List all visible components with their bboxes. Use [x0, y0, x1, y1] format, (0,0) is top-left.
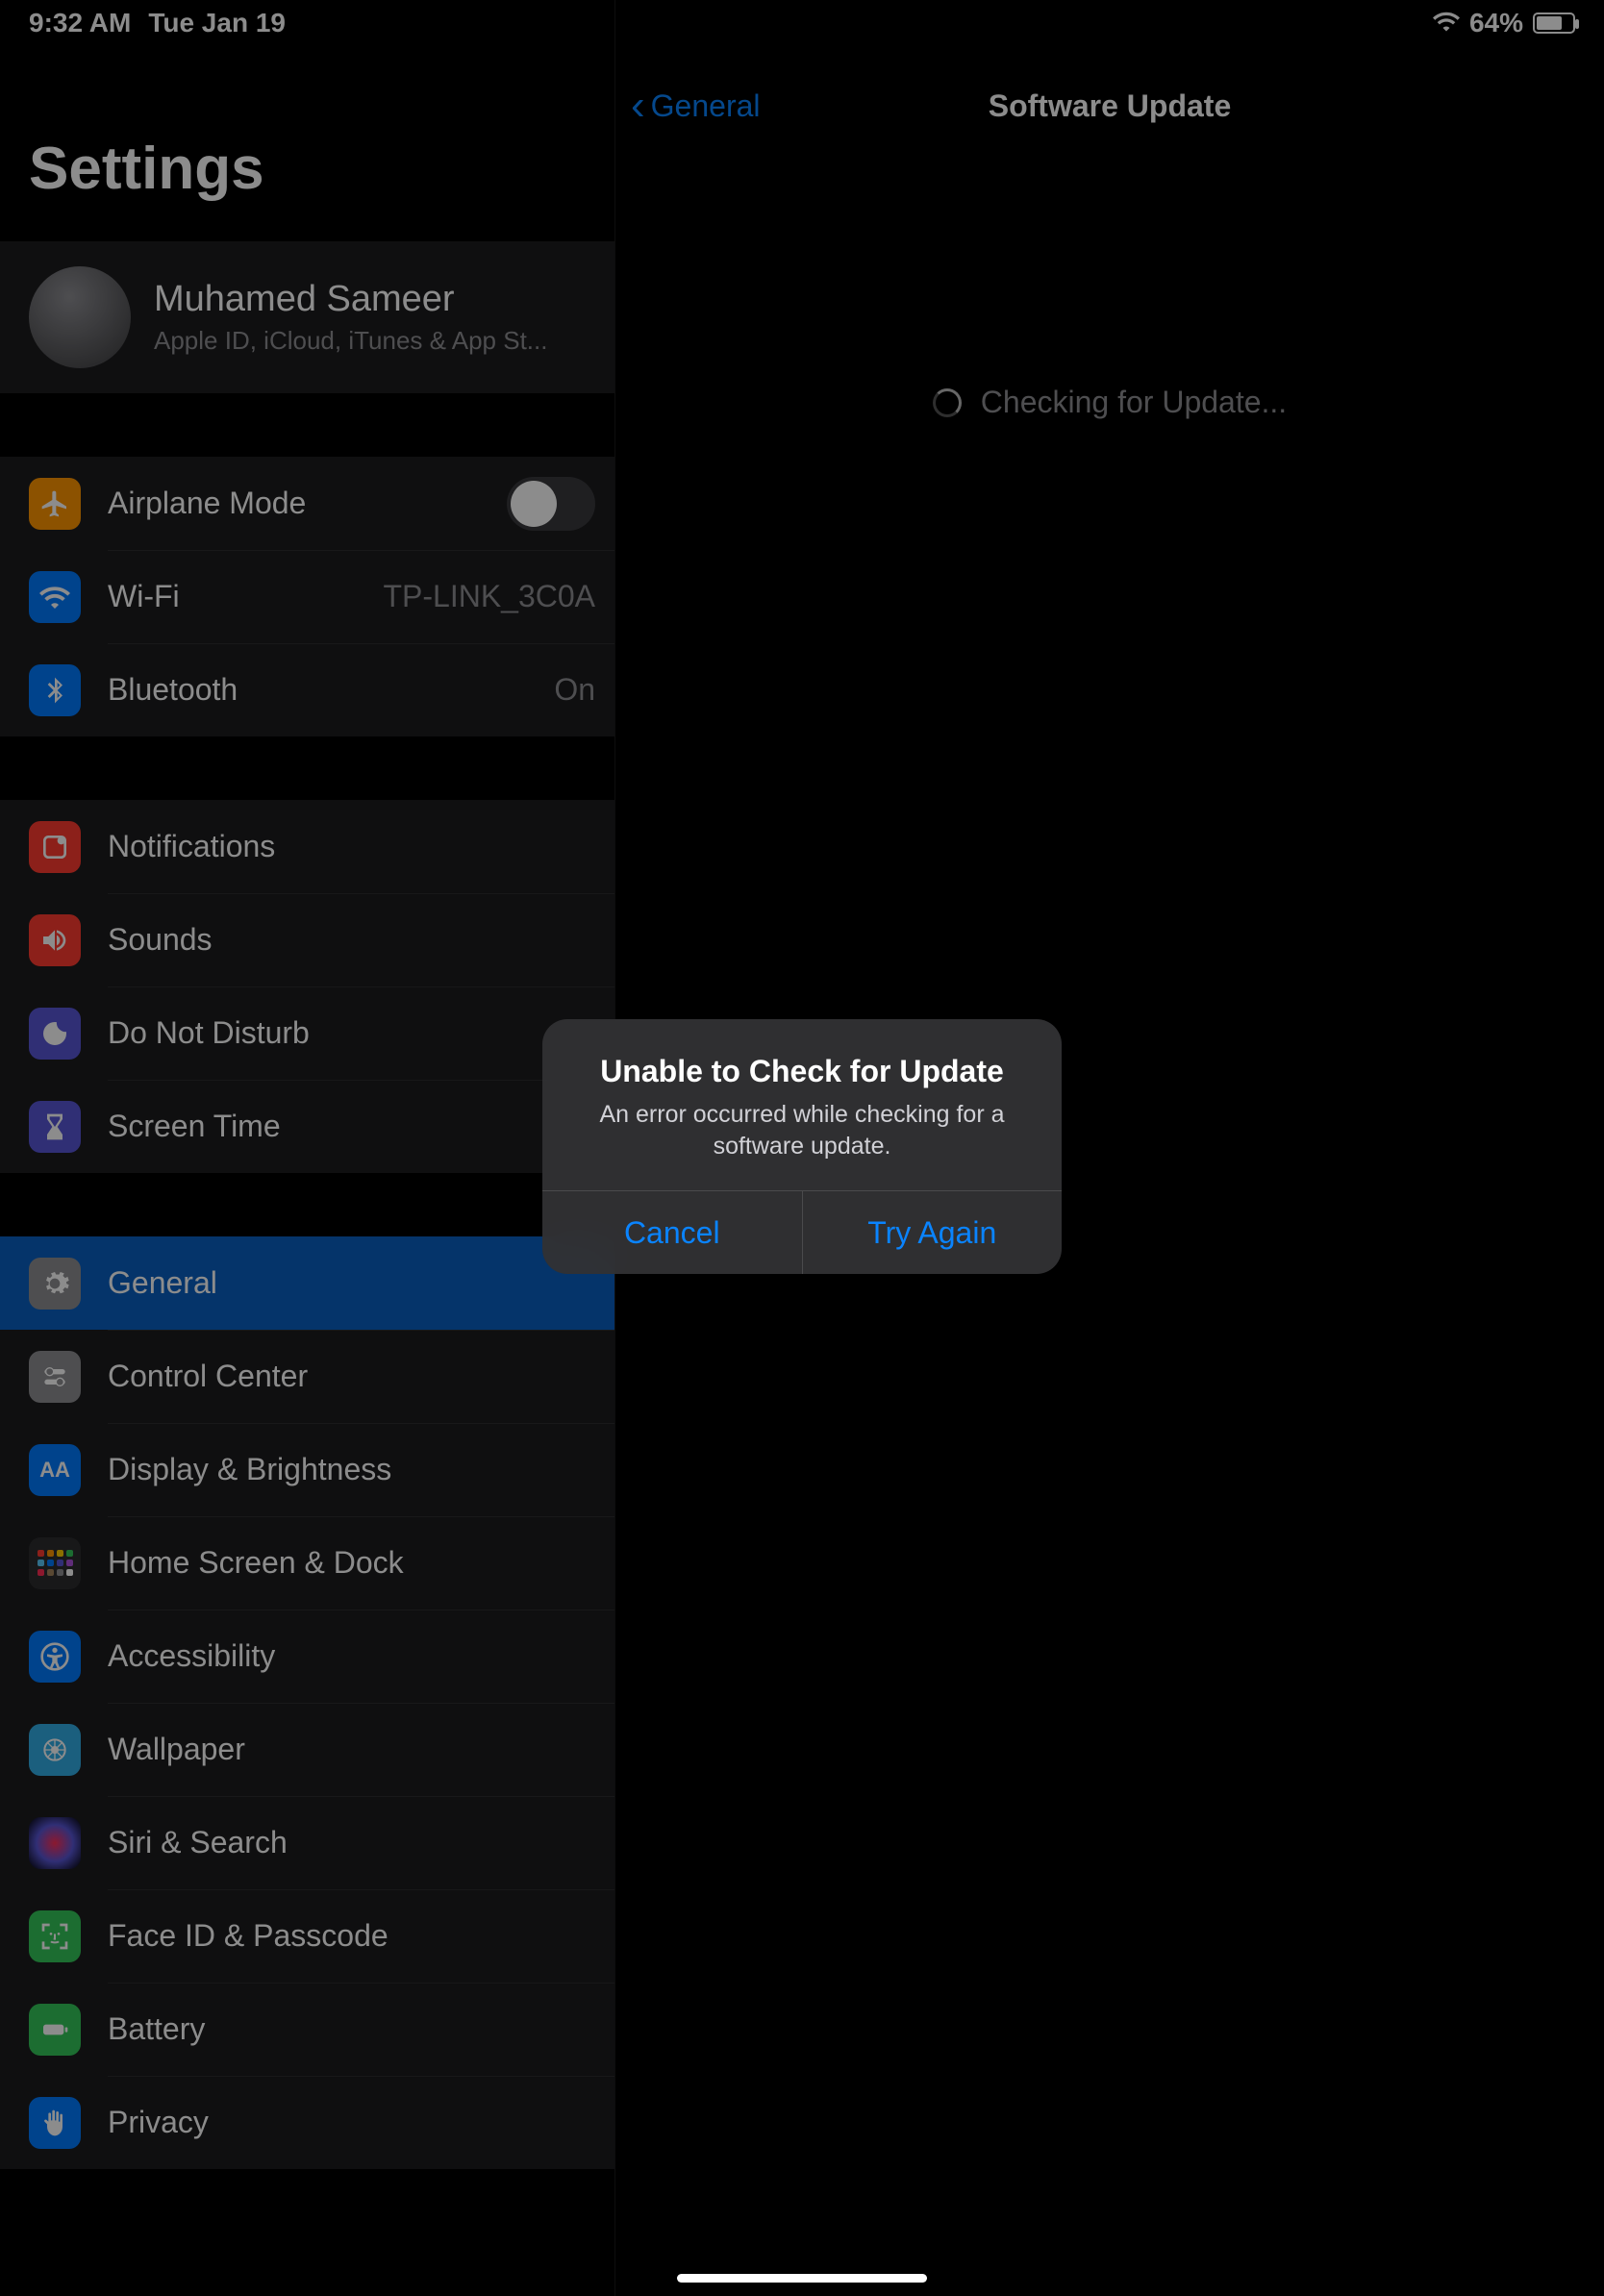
display-icon: AA [29, 1444, 81, 1496]
checking-label: Checking for Update... [981, 385, 1287, 420]
faceid-icon [29, 1910, 81, 1962]
sidebar-item-faceid[interactable]: Face ID & Passcode [0, 1889, 614, 1983]
home-screen-icon [29, 1537, 81, 1589]
sidebar-item-label: Battery [108, 2011, 595, 2047]
sidebar-item-battery[interactable]: Battery [0, 1983, 614, 2076]
sidebar-item-label: Face ID & Passcode [108, 1918, 595, 1954]
cancel-button[interactable]: Cancel [542, 1191, 802, 1274]
sidebar-item-home-screen[interactable]: Home Screen & Dock [0, 1516, 614, 1610]
sidebar-item-accessibility[interactable]: Accessibility [0, 1610, 614, 1703]
battery-percent: 64% [1469, 8, 1523, 38]
sidebar-item-label: General [108, 1265, 595, 1301]
settings-sidebar: Settings Muhamed Sameer Apple ID, iCloud… [0, 0, 615, 2296]
sidebar-item-general[interactable]: General [0, 1236, 614, 1330]
sidebar-item-label: Display & Brightness [108, 1452, 595, 1487]
wifi-network-value: TP-LINK_3C0A [383, 579, 595, 614]
siri-icon [29, 1817, 81, 1869]
sidebar-item-label: Notifications [108, 829, 595, 864]
profile-name: Muhamed Sameer [154, 279, 547, 320]
sidebar-item-wallpaper[interactable]: Wallpaper [0, 1703, 614, 1796]
sidebar-item-label: Wallpaper [108, 1732, 595, 1767]
wallpaper-icon [29, 1724, 81, 1776]
try-again-button[interactable]: Try Again [802, 1191, 1063, 1274]
detail-title: Software Update [615, 88, 1604, 124]
home-indicator[interactable] [677, 2274, 927, 2283]
hourglass-icon [29, 1101, 81, 1153]
sidebar-item-label: Accessibility [108, 1638, 595, 1674]
sidebar-item-label: Privacy [108, 2105, 595, 2140]
sidebar-item-label: Home Screen & Dock [108, 1545, 595, 1581]
sidebar-item-label: Control Center [108, 1359, 595, 1394]
spinner-icon [933, 388, 962, 417]
sidebar-item-privacy[interactable]: Privacy [0, 2076, 614, 2169]
sidebar-item-label: Siri & Search [108, 1825, 595, 1860]
airplane-icon [29, 478, 81, 530]
profile-subtitle: Apple ID, iCloud, iTunes & App St... [154, 326, 547, 356]
sidebar-item-bluetooth[interactable]: Bluetooth On [0, 643, 614, 736]
page-title: Settings [0, 135, 614, 241]
sidebar-item-control-center[interactable]: Control Center [0, 1330, 614, 1423]
profile-cell[interactable]: Muhamed Sameer Apple ID, iCloud, iTunes … [0, 241, 614, 393]
sidebar-item-airplane[interactable]: Airplane Mode [0, 457, 614, 550]
bluetooth-value: On [554, 672, 595, 708]
gear-icon [29, 1258, 81, 1310]
avatar [29, 266, 131, 368]
back-label: General [651, 88, 761, 124]
checking-status: Checking for Update... [615, 385, 1604, 420]
sidebar-item-label: Sounds [108, 922, 595, 958]
back-button[interactable]: ‹ General [615, 85, 761, 127]
sidebar-item-label: Airplane Mode [108, 486, 507, 521]
sliders-icon [29, 1351, 81, 1403]
moon-icon [29, 1008, 81, 1060]
sidebar-item-label: Wi-Fi [108, 579, 383, 614]
status-date: Tue Jan 19 [148, 8, 286, 38]
sidebar-item-siri[interactable]: Siri & Search [0, 1796, 614, 1889]
alert-dialog: Unable to Check for Update An error occu… [542, 1019, 1062, 1274]
sidebar-item-label: Screen Time [108, 1109, 595, 1144]
wifi-icon [1433, 8, 1460, 38]
sidebar-item-dnd[interactable]: Do Not Disturb [0, 986, 614, 1080]
status-time: 9:32 AM [29, 8, 131, 38]
status-bar: 9:32 AM Tue Jan 19 64% [0, 0, 1604, 46]
hand-icon [29, 2097, 81, 2149]
wifi-icon [29, 571, 81, 623]
alert-title: Unable to Check for Update [571, 1054, 1033, 1089]
sounds-icon [29, 914, 81, 966]
airplane-toggle[interactable] [507, 477, 595, 531]
sidebar-item-screentime[interactable]: Screen Time [0, 1080, 614, 1173]
chevron-left-icon: ‹ [631, 85, 645, 127]
battery-icon [29, 2004, 81, 2056]
bluetooth-icon [29, 664, 81, 716]
sidebar-item-label: Bluetooth [108, 672, 554, 708]
sidebar-item-notifications[interactable]: Notifications [0, 800, 614, 893]
alert-message: An error occurred while checking for a s… [571, 1099, 1033, 1161]
accessibility-icon [29, 1631, 81, 1683]
battery-icon [1533, 12, 1575, 34]
sidebar-item-sounds[interactable]: Sounds [0, 893, 614, 986]
notifications-icon [29, 821, 81, 873]
sidebar-item-wifi[interactable]: Wi-Fi TP-LINK_3C0A [0, 550, 614, 643]
sidebar-item-display[interactable]: AA Display & Brightness [0, 1423, 614, 1516]
sidebar-item-label: Do Not Disturb [108, 1015, 595, 1051]
